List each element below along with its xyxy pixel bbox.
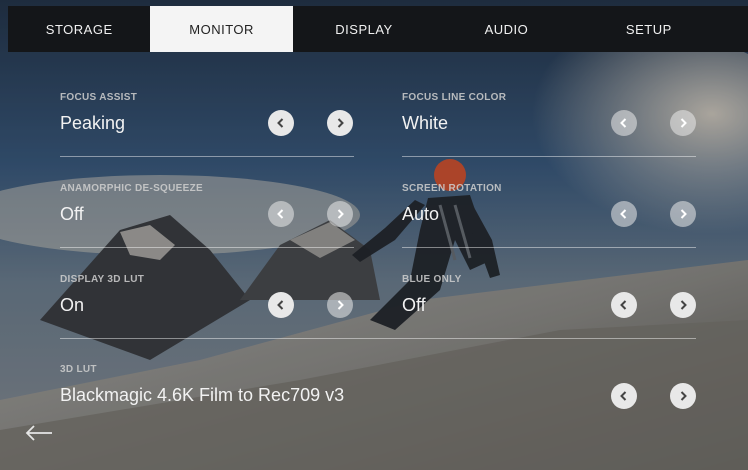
focus-assist-value: Peaking xyxy=(60,113,126,133)
focus-line-color-next-button[interactable] xyxy=(670,110,696,136)
row-divider xyxy=(60,338,696,339)
lut-3d-prev-button[interactable] xyxy=(611,383,637,409)
blue-only-next-button[interactable] xyxy=(670,292,696,318)
screen-rotation-value: Auto xyxy=(402,204,440,224)
focus-line-color-label: FOCUS LINE COLOR xyxy=(402,92,507,103)
chevron-left-icon xyxy=(620,118,627,128)
chevron-right-icon xyxy=(337,209,344,219)
anamorphic-desqueeze-setting: ANAMORPHIC DE-SQUEEZE Off xyxy=(60,183,203,225)
tab-audio[interactable]: AUDIO xyxy=(435,6,577,52)
lut-3d-value: Blackmagic 4.6K Film to Rec709 v3 xyxy=(60,385,345,405)
focus-line-color-setting: FOCUS LINE COLOR White xyxy=(402,92,506,134)
row-divider xyxy=(402,156,696,157)
focus-assist-setting: FOCUS ASSIST Peaking xyxy=(60,92,137,134)
focus-assist-prev-button[interactable] xyxy=(268,110,294,136)
anamorphic-prev-button[interactable] xyxy=(268,201,294,227)
display-3d-lut-setting: DISPLAY 3D LUT On xyxy=(60,274,144,316)
chevron-right-icon xyxy=(680,209,687,219)
blue-only-label: BLUE ONLY xyxy=(402,274,462,285)
chevron-right-icon xyxy=(680,118,687,128)
lut-3d-setting: 3D LUT Blackmagic 4.6K Film to Rec709 v3 xyxy=(60,364,344,406)
chevron-right-icon xyxy=(337,118,344,128)
row-divider xyxy=(402,247,696,248)
tab-monitor[interactable]: MONITOR xyxy=(150,6,293,52)
screen-rotation-setting: SCREEN ROTATION Auto xyxy=(402,183,502,225)
arrow-left-icon xyxy=(25,425,52,441)
chevron-right-icon xyxy=(680,391,687,401)
blue-only-setting: BLUE ONLY Off xyxy=(402,274,462,316)
chevron-left-icon xyxy=(277,118,284,128)
tab-display[interactable]: DISPLAY xyxy=(293,6,435,52)
lut-3d-label: 3D LUT xyxy=(60,364,97,375)
display-3d-lut-value: On xyxy=(60,295,85,315)
screen-rotation-prev-button[interactable] xyxy=(611,201,637,227)
display-3d-lut-label: DISPLAY 3D LUT xyxy=(60,274,145,285)
blue-only-prev-button[interactable] xyxy=(611,292,637,318)
tab-storage[interactable]: STORAGE xyxy=(8,6,150,52)
chevron-right-icon xyxy=(337,300,344,310)
focus-line-color-value: White xyxy=(402,113,449,133)
back-button[interactable] xyxy=(24,424,54,447)
anamorphic-next-button[interactable] xyxy=(327,201,353,227)
focus-assist-label: FOCUS ASSIST xyxy=(60,92,138,103)
menu-tab-bar: STORAGE MONITOR DISPLAY AUDIO SETUP xyxy=(8,6,720,52)
screen-rotation-next-button[interactable] xyxy=(670,201,696,227)
screen-rotation-label: SCREEN ROTATION xyxy=(402,183,502,194)
display-3d-lut-prev-button[interactable] xyxy=(268,292,294,318)
lut-3d-next-button[interactable] xyxy=(670,383,696,409)
chevron-left-icon xyxy=(620,209,627,219)
blue-only-value: Off xyxy=(402,295,426,315)
row-divider xyxy=(60,247,354,248)
row-divider xyxy=(60,156,354,157)
chevron-right-icon xyxy=(680,300,687,310)
focus-line-color-prev-button[interactable] xyxy=(611,110,637,136)
anamorphic-desqueeze-value: Off xyxy=(60,204,84,224)
chevron-left-icon xyxy=(277,209,284,219)
chevron-left-icon xyxy=(620,391,627,401)
tab-setup[interactable]: SETUP xyxy=(578,6,720,52)
focus-assist-next-button[interactable] xyxy=(327,110,353,136)
chevron-left-icon xyxy=(277,300,284,310)
anamorphic-desqueeze-label: ANAMORPHIC DE-SQUEEZE xyxy=(60,183,203,194)
display-3d-lut-next-button[interactable] xyxy=(327,292,353,318)
camera-monitor-screen: STORAGE MONITOR DISPLAY AUDIO SETUP FOCU… xyxy=(0,0,748,470)
tab-bar-edge xyxy=(720,6,748,52)
chevron-left-icon xyxy=(620,300,627,310)
